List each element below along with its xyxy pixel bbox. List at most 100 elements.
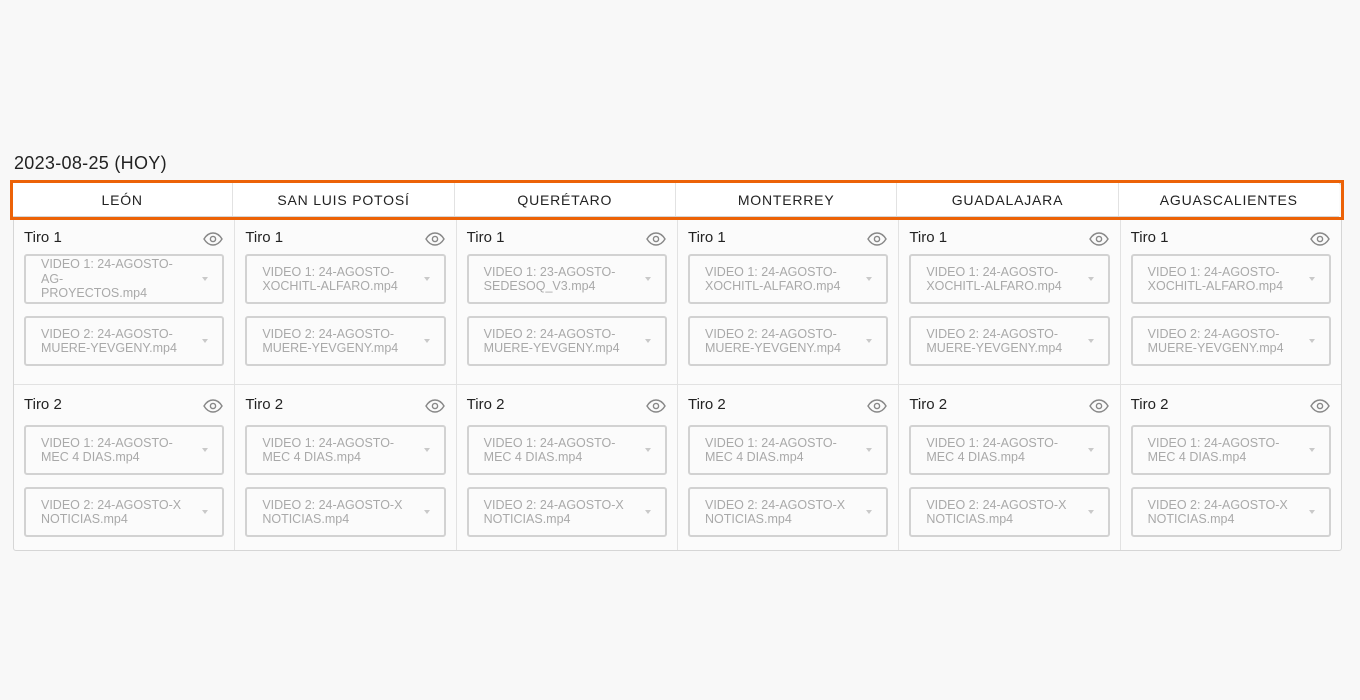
video-1-value: VIDEO 1: 24-AGOSTO- MEC 4 DIAS.mp4 <box>704 435 837 465</box>
video-1-select[interactable]: VIDEO 1: 24-AGOSTO- MEC 4 DIAS.mp4 <box>466 425 667 475</box>
eye-icon[interactable] <box>1310 399 1330 413</box>
tiro-label: Tiro 2 <box>687 396 726 413</box>
video-2-select[interactable]: VIDEO 2: 24-AGOSTO- MUERE-YEVGENY.mp4 <box>466 316 667 366</box>
video-2-select[interactable]: VIDEO 2: 24-AGOSTO-X NOTICIAS.mp4 <box>245 487 446 537</box>
video-2-select[interactable]: VIDEO 2: 24-AGOSTO-X NOTICIAS.mp4 <box>1130 487 1331 537</box>
caret-down-icon <box>644 339 651 343</box>
video-1-value: VIDEO 1: 23-AGOSTO- SEDESOQ_V3.mp4 <box>483 264 616 294</box>
eye-icon[interactable] <box>867 232 888 246</box>
caret-down-icon <box>1087 510 1094 514</box>
tiro-header: Tiro 1 <box>24 218 224 254</box>
video-2-value: VIDEO 2: 24-AGOSTO-X NOTICIAS.mp4 <box>704 497 846 527</box>
video-2-select[interactable]: VIDEO 2: 24-AGOSTO- MUERE-YEVGENY.mp4 <box>909 316 1110 366</box>
video-2-select[interactable]: VIDEO 2: 24-AGOSTO- MUERE-YEVGENY.mp4 <box>245 316 446 366</box>
video-1-value: VIDEO 1: 24-AGOSTO- XOCHITL-ALFARO.mp4 <box>926 264 1062 294</box>
video-1-select[interactable]: VIDEO 1: 24-AGOSTO- XOCHITL-ALFARO.mp4 <box>687 254 889 304</box>
eye-icon[interactable] <box>424 232 445 246</box>
video-1-select[interactable]: VIDEO 1: 23-AGOSTO- SEDESOQ_V3.mp4 <box>466 254 667 304</box>
video-1-select[interactable]: VIDEO 1: 24-AGOSTO- MEC 4 DIAS.mp4 <box>687 425 889 475</box>
tiro-1-cell: Tiro 1 VIDEO 1: 24-AGOSTO- XOCHITL-ALFARO… <box>1121 218 1341 384</box>
video-2-value: VIDEO 2: 24-AGOSTO- MUERE-YEVGENY.mp4 <box>41 326 177 356</box>
city-column-monterrey: Tiro 1 VIDEO 1: 24-AGOSTO- XOCHITL-ALFARO… <box>677 218 900 550</box>
video-2-value: VIDEO 2: 24-AGOSTO- MUERE-YEVGENY.mp4 <box>483 326 620 356</box>
video-1-select[interactable]: VIDEO 1: 24-AGOSTO- XOCHITL-ALFARO.mp4 <box>909 254 1110 304</box>
video-1-value: VIDEO 1: 24-AGOSTO- MEC 4 DIAS.mp4 <box>483 435 616 465</box>
tiro-label: Tiro 2 <box>24 396 62 413</box>
caret-down-icon <box>1087 277 1094 281</box>
video-1-select[interactable]: VIDEO 1: 24-AGOSTO- XOCHITL-ALFARO.mp4 <box>1130 254 1331 304</box>
video-2-select[interactable]: VIDEO 2: 24-AGOSTO-X NOTICIAS.mp4 <box>687 487 889 537</box>
video-1-select[interactable]: VIDEO 1: 24-AGOSTO-AG- PROYECTOS.mp4 <box>24 254 225 304</box>
eye-icon[interactable] <box>203 399 224 413</box>
video-2-value: VIDEO 2: 24-AGOSTO-X NOTICIAS.mp4 <box>926 497 1067 527</box>
video-2-select[interactable]: VIDEO 2: 24-AGOSTO- MUERE-YEVGENY.mp4 <box>687 316 889 366</box>
city-column-guadalajara: Tiro 1 VIDEO 1: 24-AGOSTO- XOCHITL-ALFARO… <box>899 218 1121 550</box>
tiro-2-cell: Tiro 2 VIDEO 1: 24-AGOSTO- MEC 4 DIAS.mp4… <box>677 384 899 550</box>
video-2-value: VIDEO 2: 24-AGOSTO- MUERE-YEVGENY.mp4 <box>1147 326 1284 356</box>
eye-icon[interactable] <box>203 232 224 246</box>
video-1-value: VIDEO 1: 24-AGOSTO-AG- PROYECTOS.mp4 <box>41 257 173 301</box>
schedule-table: LEÓN SAN LUIS POTOSÍ QUERÉTARO MONTERREY… <box>12 182 1342 551</box>
caret-down-icon <box>866 277 873 281</box>
video-1-select[interactable]: VIDEO 1: 24-AGOSTO- MEC 4 DIAS.mp4 <box>909 425 1110 475</box>
caret-down-icon <box>644 448 651 452</box>
city-column-queretaro: Tiro 1 VIDEO 1: 23-AGOSTO- SEDESOQ_V3.mp4… <box>456 218 678 550</box>
video-2-select[interactable]: VIDEO 2: 24-AGOSTO- MUERE-YEVGENY.mp4 <box>24 316 225 366</box>
eye-icon[interactable] <box>1088 232 1109 246</box>
tiro-label: Tiro 1 <box>24 229 62 246</box>
video-1-select[interactable]: VIDEO 1: 24-AGOSTO- XOCHITL-ALFARO.mp4 <box>245 254 446 304</box>
video-1-value: VIDEO 1: 24-AGOSTO- MEC 4 DIAS.mp4 <box>1147 435 1280 465</box>
tiro-label: Tiro 1 <box>687 229 726 246</box>
caret-down-icon <box>1308 510 1315 514</box>
video-2-value: VIDEO 2: 24-AGOSTO-X NOTICIAS.mp4 <box>483 497 624 527</box>
video-1-select[interactable]: VIDEO 1: 24-AGOSTO- MEC 4 DIAS.mp4 <box>1130 425 1331 475</box>
video-1-value: VIDEO 1: 24-AGOSTO- MEC 4 DIAS.mp4 <box>262 435 395 465</box>
tiro-header: Tiro 1 <box>467 218 667 254</box>
tiro-label: Tiro 1 <box>245 229 284 246</box>
caret-down-icon <box>423 339 430 343</box>
eye-icon[interactable] <box>1310 232 1330 246</box>
tiro-header: Tiro 2 <box>909 385 1109 425</box>
tiro-header: Tiro 2 <box>467 385 667 425</box>
caret-down-icon <box>1308 277 1315 281</box>
tiro-1-cell: Tiro 1 VIDEO 1: 24-AGOSTO- XOCHITL-ALFARO… <box>899 218 1119 384</box>
caret-down-icon <box>866 510 873 514</box>
tiro-header: Tiro 1 <box>688 218 888 254</box>
tiro-1-cell: Tiro 1 VIDEO 1: 24-AGOSTO- XOCHITL-ALFARO… <box>235 218 455 384</box>
eye-icon[interactable] <box>867 399 888 413</box>
video-2-value: VIDEO 2: 24-AGOSTO- MUERE-YEVGENY.mp4 <box>704 326 841 356</box>
city-column-leon: Tiro 1 VIDEO 1: 24-AGOSTO-AG- PROYECTOS.m… <box>14 218 236 550</box>
tiro-header: Tiro 1 <box>245 218 445 254</box>
caret-down-icon <box>1308 448 1315 452</box>
video-2-value: VIDEO 2: 24-AGOSTO- MUERE-YEVGENY.mp4 <box>262 326 399 356</box>
city-header-aguascalientes: AGUASCALIENTES <box>1159 192 1298 208</box>
video-1-value: VIDEO 1: 24-AGOSTO- XOCHITL-ALFARO.mp4 <box>704 264 841 294</box>
tiro-header: Tiro 2 <box>24 385 224 425</box>
eye-icon[interactable] <box>646 399 666 413</box>
caret-down-icon <box>1087 448 1094 452</box>
video-1-select[interactable]: VIDEO 1: 24-AGOSTO- MEC 4 DIAS.mp4 <box>245 425 446 475</box>
tiro-label: Tiro 2 <box>909 396 948 413</box>
tiro-1-cell: Tiro 1 VIDEO 1: 23-AGOSTO- SEDESOQ_V3.mp4… <box>457 218 677 384</box>
city-header-queretaro: QUERÉTARO <box>455 182 676 216</box>
video-2-select[interactable]: VIDEO 2: 24-AGOSTO-X NOTICIAS.mp4 <box>466 487 667 537</box>
tiro-2-cell: Tiro 2 VIDEO 1: 24-AGOSTO- MEC 4 DIAS.mp4… <box>235 384 456 550</box>
video-2-value: VIDEO 2: 24-AGOSTO-X NOTICIAS.mp4 <box>1147 497 1288 527</box>
video-2-value: VIDEO 2: 24-AGOSTO-X NOTICIAS.mp4 <box>41 497 182 527</box>
tiro-label: Tiro 1 <box>466 229 505 246</box>
video-2-select[interactable]: VIDEO 2: 24-AGOSTO-X NOTICIAS.mp4 <box>24 487 225 537</box>
video-1-select[interactable]: VIDEO 1: 24-AGOSTO- MEC 4 DIAS.mp4 <box>24 425 225 475</box>
eye-icon[interactable] <box>1088 399 1109 413</box>
video-1-value: VIDEO 1: 24-AGOSTO- MEC 4 DIAS.mp4 <box>41 435 173 465</box>
city-column-san-luis-potosi: Tiro 1 VIDEO 1: 24-AGOSTO- XOCHITL-ALFARO… <box>235 218 457 550</box>
city-header-row: LEÓN SAN LUIS POTOSÍ QUERÉTARO MONTERREY… <box>12 182 1339 217</box>
city-column-aguascalientes: Tiro 1 VIDEO 1: 24-AGOSTO- XOCHITL-ALFARO… <box>1120 218 1341 550</box>
video-2-select[interactable]: VIDEO 2: 24-AGOSTO- MUERE-YEVGENY.mp4 <box>1130 316 1331 366</box>
caret-down-icon <box>866 339 873 343</box>
eye-icon[interactable] <box>424 399 445 413</box>
eye-icon[interactable] <box>646 232 666 246</box>
caret-down-icon <box>1087 339 1094 343</box>
tiro-1-cell: Tiro 1 VIDEO 1: 24-AGOSTO-AG- PROYECTOS.m… <box>14 218 234 384</box>
video-2-select[interactable]: VIDEO 2: 24-AGOSTO-X NOTICIAS.mp4 <box>909 487 1110 537</box>
caret-down-icon <box>1308 339 1315 343</box>
